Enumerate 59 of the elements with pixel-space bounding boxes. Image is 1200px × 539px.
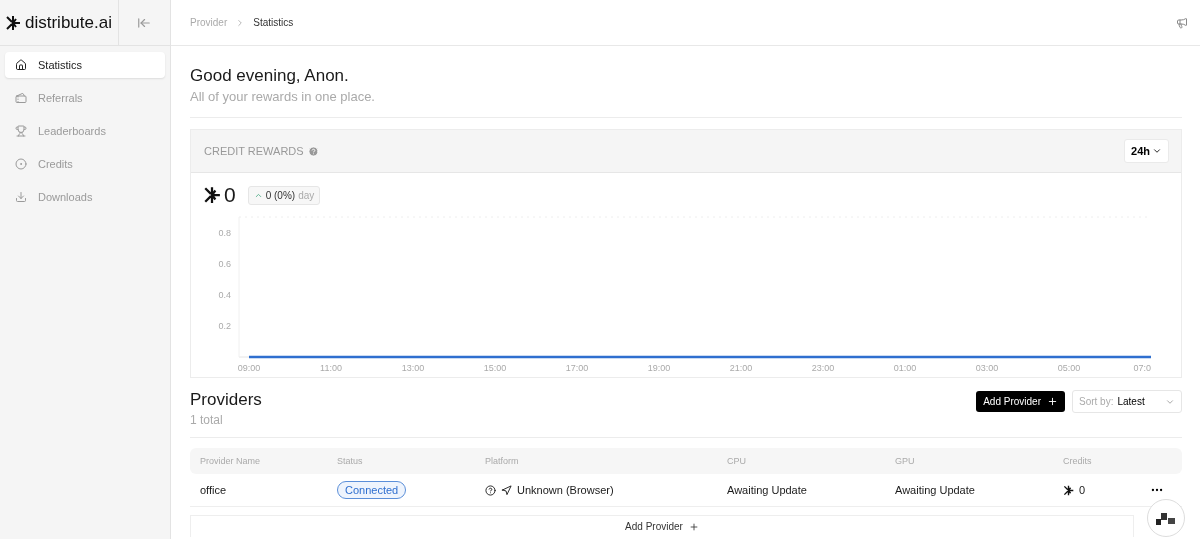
range-dropdown[interactable]: 24h xyxy=(1124,139,1169,163)
chevron-down-icon xyxy=(1152,146,1162,156)
logo-mark-icon xyxy=(5,14,21,31)
x-tick-label: 07:0 xyxy=(1133,363,1151,373)
column-header: Credits xyxy=(1053,448,1182,474)
navigation-icon xyxy=(501,484,512,496)
card-title: CREDIT REWARDS xyxy=(204,145,304,157)
x-tick-label: 11:00 xyxy=(320,363,342,373)
column-header: GPU xyxy=(885,448,1053,474)
greeting-title: Good evening, Anon. xyxy=(190,66,350,86)
table-cell: Awaiting Update xyxy=(885,474,1053,507)
nav-icon xyxy=(15,59,27,71)
sort-dropdown[interactable]: Sort by: Latest xyxy=(1072,390,1182,413)
x-tick-label: 03:00 xyxy=(975,363,999,373)
x-tick-label: 15:00 xyxy=(483,363,507,373)
y-tick-label: 0.4 xyxy=(218,289,231,300)
column-header: Provider Name xyxy=(190,448,327,474)
x-tick-label: 05:00 xyxy=(1057,363,1081,373)
breadcrumb-link[interactable]: Statistics xyxy=(253,17,294,28)
x-tick-label: 23:00 xyxy=(811,363,835,373)
add-provider-button[interactable]: Add Provider xyxy=(976,391,1065,412)
logo-mark-icon xyxy=(203,186,221,204)
x-tick-label: 13:00 xyxy=(401,363,425,373)
nav-icon xyxy=(15,125,27,137)
logo-text: distribute.ai xyxy=(25,12,112,33)
x-tick-label: 21:00 xyxy=(729,363,753,373)
add-provider-footer-button[interactable]: Add Provider xyxy=(190,515,1134,537)
plus-icon xyxy=(688,521,699,532)
table-cell: office xyxy=(190,474,327,507)
megaphone-icon[interactable] xyxy=(1176,16,1188,29)
column-header: Status xyxy=(327,448,475,474)
y-tick-label: 0.6 xyxy=(218,258,231,269)
floating-widget-button[interactable] xyxy=(1147,499,1185,537)
credit-total: 0 xyxy=(224,183,236,207)
x-tick-label: 19:00 xyxy=(647,363,671,373)
blocks-icon xyxy=(1156,511,1176,525)
y-tick-label: 0.2 xyxy=(218,320,231,331)
x-tick-label: 17:00 xyxy=(565,363,589,373)
change-pill: 0 (0%) day xyxy=(247,185,321,205)
sidebar-item[interactable]: Statistics xyxy=(5,52,165,78)
status-badge: Connected xyxy=(337,481,407,499)
section-title: Providers xyxy=(190,390,262,410)
column-header: Platform xyxy=(475,448,717,474)
logo-mark-icon xyxy=(1063,484,1074,496)
greeting-subtitle: All of your rewards in one place. xyxy=(190,89,376,104)
credits-value: 0 xyxy=(1079,484,1086,496)
table-cell: Awaiting Update xyxy=(717,474,885,507)
nav-icon xyxy=(15,92,27,104)
help-icon xyxy=(485,484,496,496)
help-icon[interactable] xyxy=(307,145,319,157)
nav-icon xyxy=(15,191,27,203)
x-tick-label: 09:00 xyxy=(237,363,261,373)
plus-icon xyxy=(1047,396,1058,407)
x-tick-label: 01:00 xyxy=(893,363,917,373)
nav-icon xyxy=(15,158,27,170)
y-tick-label: 0.8 xyxy=(218,227,231,238)
column-header: CPU xyxy=(717,448,885,474)
provider-count: 1 total xyxy=(190,413,224,427)
platform-text: Unknown (Browser) xyxy=(517,484,614,496)
